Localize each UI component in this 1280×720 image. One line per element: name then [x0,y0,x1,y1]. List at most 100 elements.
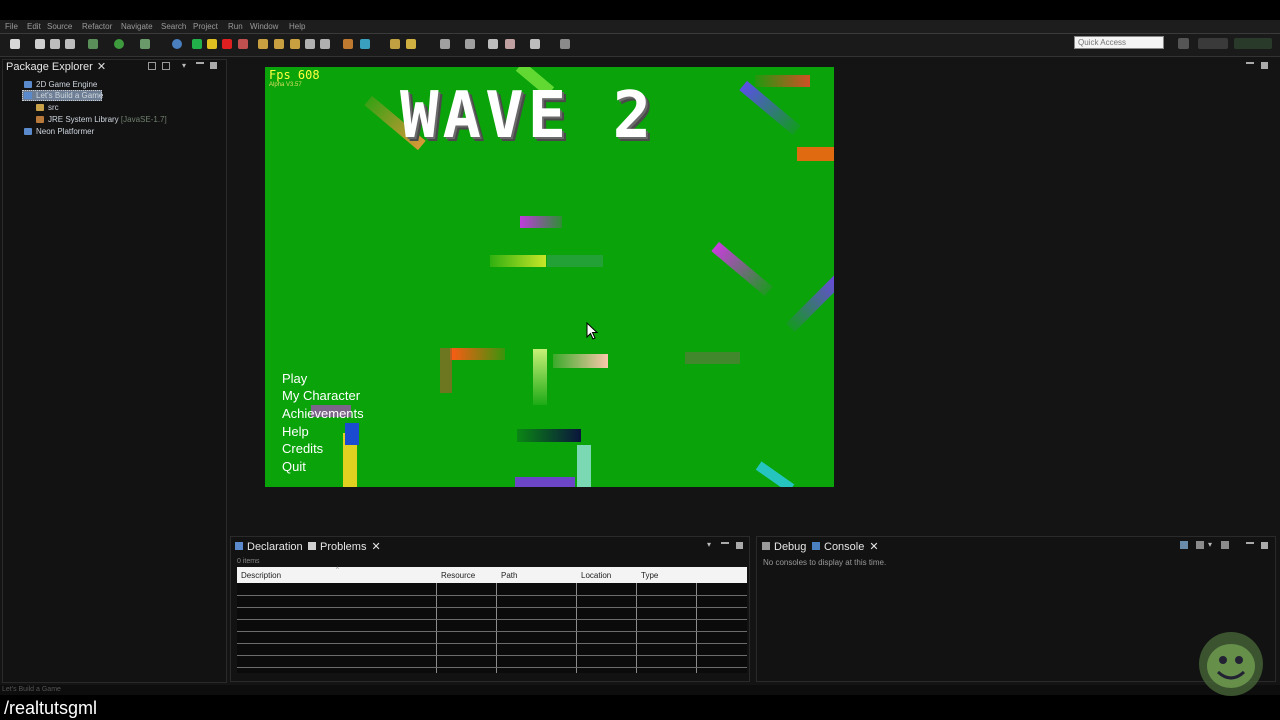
menu-window[interactable]: Window [250,20,278,33]
menu-play[interactable]: Play [282,371,307,387]
debug-perspective-icon[interactable] [1234,38,1272,49]
maximize-icon[interactable] [736,542,743,549]
step-over-icon[interactable] [274,39,284,49]
run-config-icon[interactable] [140,39,150,49]
minimize-icon[interactable] [721,542,729,544]
open-type-icon[interactable] [390,39,400,49]
menu-file[interactable]: File [5,20,18,33]
new-icon[interactable] [10,39,20,49]
column-path[interactable]: Path [501,571,517,580]
particle-trail [490,255,546,267]
particle-trail [345,423,359,445]
view-menu-icon[interactable]: ▾ [182,62,190,70]
tab-package-explorer[interactable]: Package Explorer ✕ [6,60,106,74]
step-into-icon[interactable] [258,39,268,49]
forward-icon[interactable] [530,39,540,49]
java-perspective-icon[interactable] [1198,38,1228,49]
particle-trail [533,349,547,405]
resume-icon[interactable] [192,39,202,49]
back-icon[interactable] [505,39,515,49]
new-package-icon[interactable] [360,39,370,49]
tree-item-label: 2D Game Engine [36,80,98,89]
table-row-divider [237,595,747,596]
open-perspective-icon[interactable] [1178,38,1189,49]
minimize-icon[interactable] [1246,542,1254,544]
column-description[interactable]: Description [241,571,281,580]
terminate-icon[interactable] [222,39,232,49]
column-location[interactable]: Location [581,571,611,580]
close-icon[interactable]: ✕ [869,541,878,553]
skip-breakpoints-icon[interactable] [172,39,182,49]
menu-source[interactable]: Source [47,20,72,33]
pin-console-icon[interactable] [1221,541,1229,549]
next-annotation-icon[interactable] [440,39,450,49]
maximize-icon[interactable] [210,62,217,69]
tab-label: Console [824,541,865,553]
quick-access-input[interactable] [1074,36,1164,49]
view-menu-icon[interactable]: ▾ [707,541,715,549]
display-console-icon[interactable] [1196,541,1204,549]
close-icon[interactable]: ✕ [371,541,380,553]
collapse-all-icon[interactable] [148,62,156,70]
tree-item-lets-build-a-game[interactable]: Let's Build a Game [24,91,103,101]
tree-item-2d-game-engine[interactable]: 2D Game Engine [24,80,97,90]
drop-to-frame-icon[interactable] [305,39,315,49]
print-icon[interactable] [65,39,75,49]
editor-minimize-icon[interactable] [1246,62,1254,64]
save-icon[interactable] [35,39,45,49]
column-type[interactable]: Type [641,571,658,580]
close-icon[interactable]: ✕ [97,61,106,73]
tab-problems[interactable]: Problems ✕ [308,540,381,554]
disconnect-icon[interactable] [238,39,248,49]
menu-quit[interactable]: Quit [282,459,306,475]
build-icon[interactable] [88,39,98,49]
package-folder-icon [36,104,44,111]
menu-credits[interactable]: Credits [282,441,323,457]
menu-refactor[interactable]: Refactor [82,20,112,33]
tree-item-label: JRE System Library [48,115,119,124]
new-java-project-icon[interactable] [343,39,353,49]
tree-item-neon-platformer[interactable]: Neon Platformer [24,127,94,137]
particle-trail [739,80,801,136]
debug-icon[interactable] [114,39,124,49]
tree-item-jre-system-library[interactable]: JRE System Library [JavaSE-1.7] [36,115,167,125]
column-resource[interactable]: Resource [441,571,475,580]
console-dropdown-icon[interactable]: ▾ [1208,541,1216,549]
menu-edit[interactable]: Edit [27,20,41,33]
editor-maximize-icon[interactable] [1261,62,1268,69]
problems-icon [308,542,316,550]
tree-item-src[interactable]: src [36,103,59,113]
mascot-logo-icon [1199,632,1263,696]
menu-help[interactable]: Help [289,20,305,33]
previous-annotation-icon[interactable] [465,39,475,49]
tab-declaration[interactable]: Declaration [235,540,303,554]
mouse-cursor-icon [586,322,598,340]
column-divider [496,583,497,673]
menu-bar: File Edit Source Refactor Navigate Searc… [0,20,1280,34]
open-console-icon[interactable] [1180,541,1188,549]
suspend-icon[interactable] [207,39,217,49]
table-row-divider [237,655,747,656]
menu-achievements[interactable]: Achievements [282,406,364,422]
menu-help-game[interactable]: Help [282,424,309,440]
maximize-icon[interactable] [1261,542,1268,549]
menu-navigate[interactable]: Navigate [121,20,153,33]
menu-my-character[interactable]: My Character [282,388,360,404]
wave-title: WAVE 2 [400,79,656,153]
tab-debug[interactable]: Debug [762,540,806,554]
tab-label: Problems [320,541,367,553]
search-icon[interactable] [406,39,416,49]
save-all-icon[interactable] [50,39,60,49]
menu-project[interactable]: Project [193,20,218,33]
link-with-editor-icon[interactable] [162,62,170,70]
use-step-filters-icon[interactable] [320,39,330,49]
table-row-divider [237,631,747,632]
project-folder-icon [24,128,32,135]
tab-console[interactable]: Console ✕ [812,540,879,554]
step-return-icon[interactable] [290,39,300,49]
menu-search[interactable]: Search [161,20,186,33]
pin-editor-icon[interactable] [560,39,570,49]
last-edit-icon[interactable] [488,39,498,49]
minimize-icon[interactable] [196,62,204,64]
menu-run[interactable]: Run [228,20,243,33]
